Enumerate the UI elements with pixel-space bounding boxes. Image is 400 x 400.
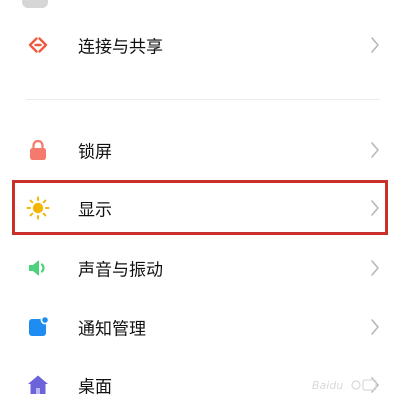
chevron-right-icon: [370, 318, 380, 336]
settings-item-label: 显示: [78, 200, 112, 221]
speaker-icon: [26, 256, 50, 280]
chevron-right-icon: [370, 36, 380, 54]
section-divider: [26, 99, 380, 100]
chevron-right-icon: [370, 199, 380, 217]
lock-icon: [26, 138, 50, 162]
settings-item-connection-sharing[interactable]: 连接与共享: [0, 15, 400, 75]
settings-item-label: 声音与振动: [78, 260, 163, 281]
settings-item-sound-vibration[interactable]: 声音与振动: [0, 238, 400, 298]
connection-icon: [26, 33, 50, 57]
settings-item-label: 连接与共享: [78, 37, 163, 58]
sun-icon: [26, 196, 50, 220]
settings-item-display[interactable]: 显示: [0, 178, 400, 238]
chevron-right-icon: [370, 259, 380, 277]
settings-item-label: 通知管理: [78, 319, 146, 340]
watermark-logo: Baidu: [312, 376, 378, 394]
home-icon: [26, 373, 50, 397]
partial-top-icon: [22, 0, 48, 8]
settings-item-label: 锁屏: [78, 142, 112, 163]
settings-item-label: 桌面: [78, 377, 112, 398]
svg-text:Baidu: Baidu: [312, 379, 343, 392]
settings-item-lock-screen[interactable]: 锁屏: [0, 120, 400, 180]
chevron-right-icon: [370, 141, 380, 159]
settings-screen: 连接与共享 锁屏 显示 声音与振动 通知管理 桌面 Baidu: [0, 0, 400, 400]
settings-item-notification-management[interactable]: 通知管理: [0, 297, 400, 357]
notification-icon: [26, 315, 50, 339]
